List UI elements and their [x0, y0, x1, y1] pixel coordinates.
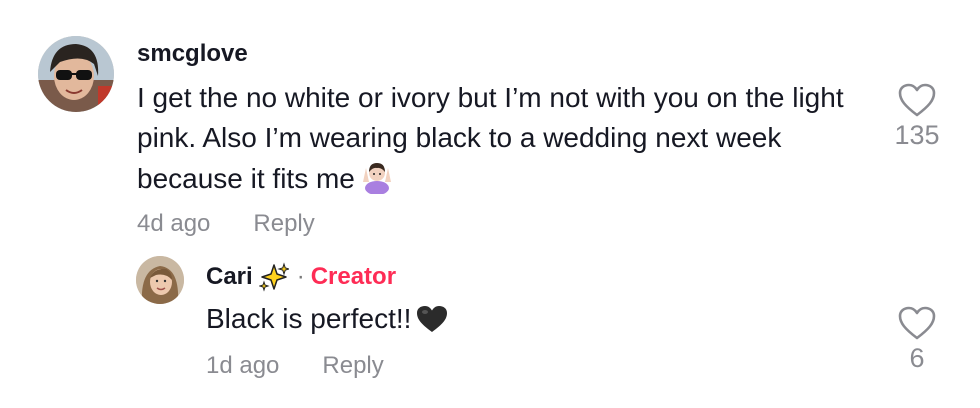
comment-meta: 4d ago Reply	[137, 210, 315, 238]
heart-outline-icon[interactable]	[897, 82, 937, 118]
like-count: 135	[894, 120, 940, 150]
comment-text: I get the no white or ivory but I’m not …	[137, 78, 867, 205]
reply-timestamp: 1d ago	[206, 352, 280, 379]
like-button[interactable]: 6	[887, 305, 947, 374]
sparkles-icon	[258, 262, 291, 292]
comment-username[interactable]: smcglove	[137, 40, 248, 68]
reply-button[interactable]: Reply	[253, 210, 314, 238]
avatar[interactable]	[38, 36, 114, 112]
separator-dot: ·	[296, 263, 305, 290]
heart-outline-icon[interactable]	[897, 305, 937, 341]
reply-meta: 1d ago Reply	[206, 352, 384, 380]
reply-button[interactable]: Reply	[322, 352, 383, 380]
comment-timestamp: 4d ago	[137, 210, 211, 237]
reply-username[interactable]: Cari	[206, 263, 253, 291]
avatar[interactable]	[136, 256, 184, 304]
black-heart-emoji	[415, 304, 449, 345]
reply-text: Black is perfect!!	[206, 299, 449, 345]
woman-shrugging-emoji	[359, 158, 395, 205]
comment-body: I get the no white or ivory but I’m not …	[137, 82, 844, 194]
creator-badge: Creator	[310, 263, 397, 290]
like-button[interactable]: 135	[887, 82, 947, 151]
like-count: 6	[909, 343, 925, 373]
reply-username-row: Cari · Creator	[206, 262, 396, 292]
reply-body: Black is perfect!!	[206, 303, 412, 334]
